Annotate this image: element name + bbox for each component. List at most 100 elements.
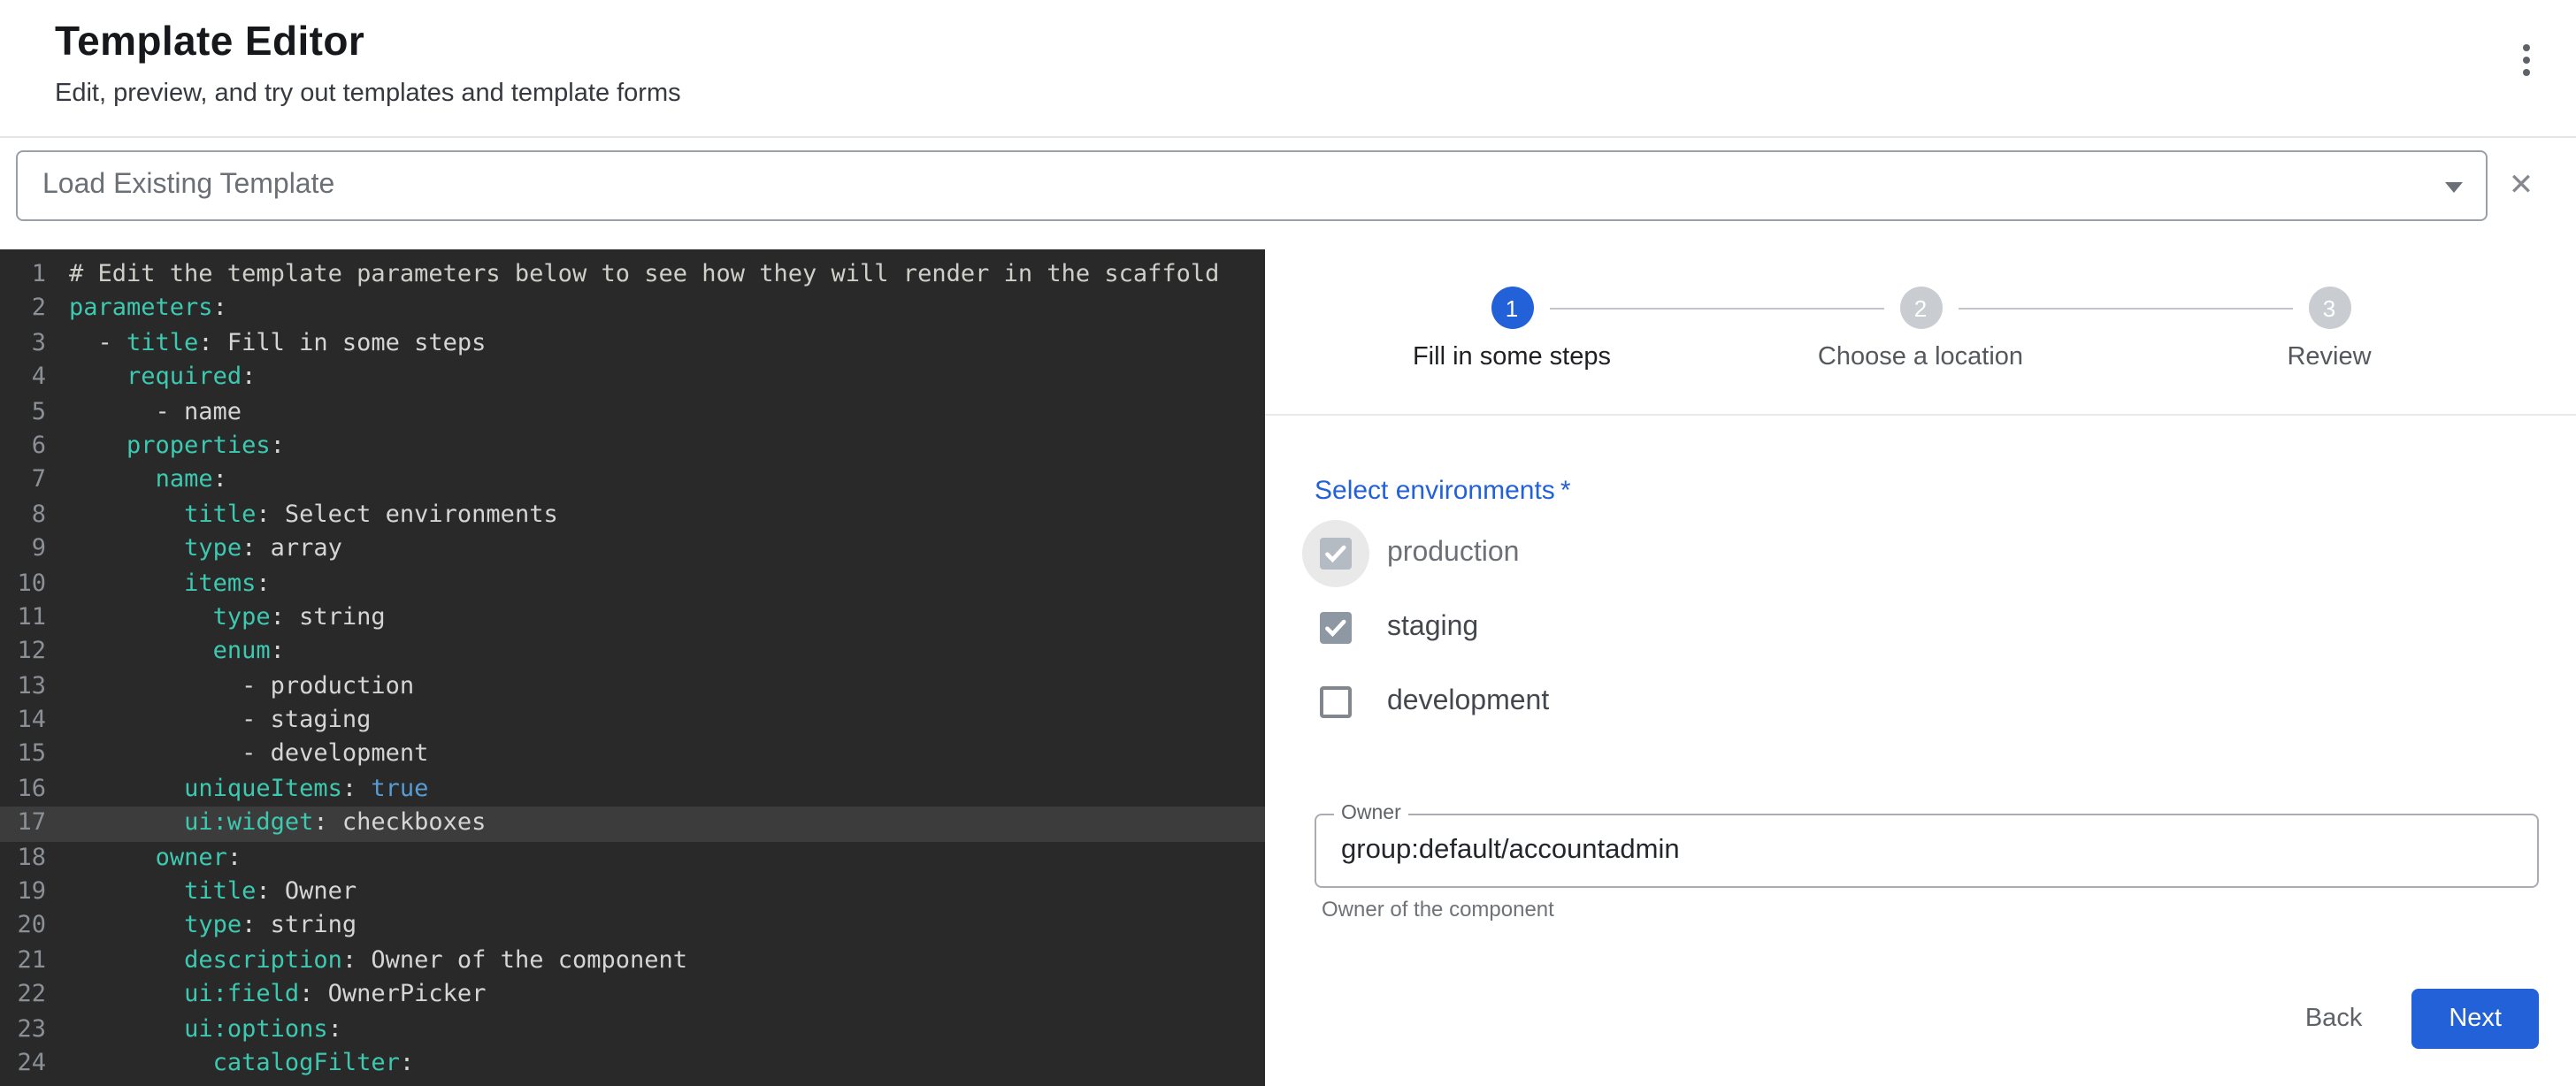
checkbox-checked-icon[interactable] xyxy=(1320,612,1352,644)
code-line[interactable]: 4 required: xyxy=(0,361,1265,395)
code-line[interactable]: 13 - production xyxy=(0,669,1265,704)
step-label: Fill in some steps xyxy=(1413,343,1611,371)
code-text: ui:options: xyxy=(69,1013,342,1047)
code-line[interactable]: 6 properties: xyxy=(0,430,1265,464)
code-text: parameters: xyxy=(69,293,227,327)
step-number-badge: 1 xyxy=(1491,287,1533,329)
stepper: 1 Fill in some steps 2 Choose a location… xyxy=(1265,249,2576,371)
code-text: title: Select environments xyxy=(69,498,558,532)
checkbox-option-staging[interactable]: staging xyxy=(1315,591,2539,665)
kebab-dot-icon xyxy=(2523,70,2530,77)
template-editor-page: Template Editor Edit, preview, and try o… xyxy=(0,0,2576,1086)
checkbox-label: staging xyxy=(1387,612,1478,644)
load-template-select[interactable]: Load Existing Template xyxy=(16,150,2488,221)
line-number: 20 xyxy=(0,910,46,945)
code-line[interactable]: 8 title: Select environments xyxy=(0,498,1265,532)
code-text: properties: xyxy=(69,430,285,464)
code-text: - name xyxy=(69,395,242,430)
checkbox-ripple xyxy=(1302,594,1369,662)
code-line[interactable]: 11 type: string xyxy=(0,601,1265,636)
code-text: - development xyxy=(69,738,428,773)
code-text: type: string xyxy=(69,910,356,945)
code-text: - production xyxy=(69,669,414,704)
line-number: 1 xyxy=(0,258,46,293)
clear-template-button[interactable]: ✕ xyxy=(2488,150,2555,221)
owner-field[interactable]: Owner group:default/accountadmin xyxy=(1315,814,2539,888)
line-number: 3 xyxy=(0,327,46,362)
code-line[interactable]: 3 - title: Fill in some steps xyxy=(0,327,1265,362)
line-number: 13 xyxy=(0,669,46,704)
line-number: 4 xyxy=(0,361,46,395)
checkbox-label: development xyxy=(1387,686,1549,718)
code-line[interactable]: 17 ui:widget: checkboxes xyxy=(0,807,1265,842)
code-line[interactable]: 22 ui:field: OwnerPicker xyxy=(0,978,1265,1013)
dropdown-caret-icon xyxy=(2445,182,2463,193)
step-number-badge: 2 xyxy=(1899,287,1942,329)
code-text: ui:field: OwnerPicker xyxy=(69,978,486,1013)
line-number: 15 xyxy=(0,738,46,773)
code-text: ui:widget: checkboxes xyxy=(69,807,486,842)
line-number: 16 xyxy=(0,773,46,807)
code-text: name: xyxy=(69,464,227,499)
step-number-badge: 3 xyxy=(2308,287,2350,329)
code-line[interactable]: 12 enum: xyxy=(0,636,1265,670)
code-text: - title: Fill in some steps xyxy=(69,327,486,362)
line-number: 18 xyxy=(0,841,46,876)
code-line[interactable]: 16 uniqueItems: true xyxy=(0,773,1265,807)
line-number: 17 xyxy=(0,807,46,842)
code-line[interactable]: 14 - staging xyxy=(0,704,1265,738)
code-line[interactable]: 21 description: Owner of the component xyxy=(0,945,1265,979)
template-select-toolbar: Load Existing Template ✕ xyxy=(0,138,2576,249)
code-text: uniqueItems: true xyxy=(69,773,428,807)
checkbox-checked-icon[interactable] xyxy=(1320,538,1352,570)
code-line[interactable]: 23 ui:options: xyxy=(0,1013,1265,1047)
code-text: title: Owner xyxy=(69,876,356,910)
next-button[interactable]: Next xyxy=(2411,989,2539,1049)
required-asterisk: * xyxy=(1560,476,1571,506)
checkbox-option-production[interactable]: production xyxy=(1315,516,2539,591)
line-number: 19 xyxy=(0,876,46,910)
step-form: Select environments* production staging de… xyxy=(1265,416,2576,1086)
environments-label-text: Select environments xyxy=(1315,476,1555,506)
code-line[interactable]: 9 type: array xyxy=(0,532,1265,567)
checkbox-option-development[interactable]: development xyxy=(1315,665,2539,739)
kebab-menu-button[interactable] xyxy=(2519,37,2534,83)
step-review: 3 Review xyxy=(2125,287,2534,371)
step-label: Choose a location xyxy=(1818,343,2023,371)
page-title: Template Editor xyxy=(55,18,2541,65)
code-line[interactable]: 19 title: Owner xyxy=(0,876,1265,910)
line-number: 21 xyxy=(0,945,46,979)
code-line[interactable]: 20 type: string xyxy=(0,910,1265,945)
code-line[interactable]: 2 parameters: xyxy=(0,293,1265,327)
line-number: 23 xyxy=(0,1013,46,1047)
code-line[interactable]: 5 - name xyxy=(0,395,1265,430)
line-number: 8 xyxy=(0,498,46,532)
step-fill-in-some-steps: 1 Fill in some steps xyxy=(1307,287,1716,371)
back-button[interactable]: Back xyxy=(2281,990,2388,1047)
form-preview-panel: 1 Fill in some steps 2 Choose a location… xyxy=(1265,249,2576,1086)
code-line[interactable]: 15 - development xyxy=(0,738,1265,773)
code-line[interactable]: 24 catalogFilter: xyxy=(0,1047,1265,1082)
code-line[interactable]: 7 name: xyxy=(0,464,1265,499)
checkbox-unchecked-icon[interactable] xyxy=(1320,686,1352,718)
line-number: 14 xyxy=(0,704,46,738)
environment-options: production staging development xyxy=(1315,516,2539,739)
line-number: 22 xyxy=(0,978,46,1013)
code-text: owner: xyxy=(69,841,242,876)
code-text: enum: xyxy=(69,636,285,670)
code-line[interactable]: 10 items: xyxy=(0,567,1265,601)
checkbox-label: production xyxy=(1387,538,1519,570)
code-line[interactable]: 18 owner: xyxy=(0,841,1265,876)
main-split: 1 # Edit the template parameters below to… xyxy=(0,249,2576,1086)
kebab-dot-icon xyxy=(2523,57,2530,64)
line-number: 11 xyxy=(0,601,46,636)
line-number: 2 xyxy=(0,293,46,327)
code-text: # Edit the template parameters below to … xyxy=(69,258,1219,293)
code-editor[interactable]: 1 # Edit the template parameters below to… xyxy=(0,249,1265,1086)
owner-field-label: Owner xyxy=(1334,803,1408,824)
line-number: 7 xyxy=(0,464,46,499)
code-text: type: array xyxy=(69,532,342,567)
line-number: 5 xyxy=(0,395,46,430)
code-line[interactable]: 1 # Edit the template parameters below to… xyxy=(0,258,1265,293)
line-number: 6 xyxy=(0,430,46,464)
